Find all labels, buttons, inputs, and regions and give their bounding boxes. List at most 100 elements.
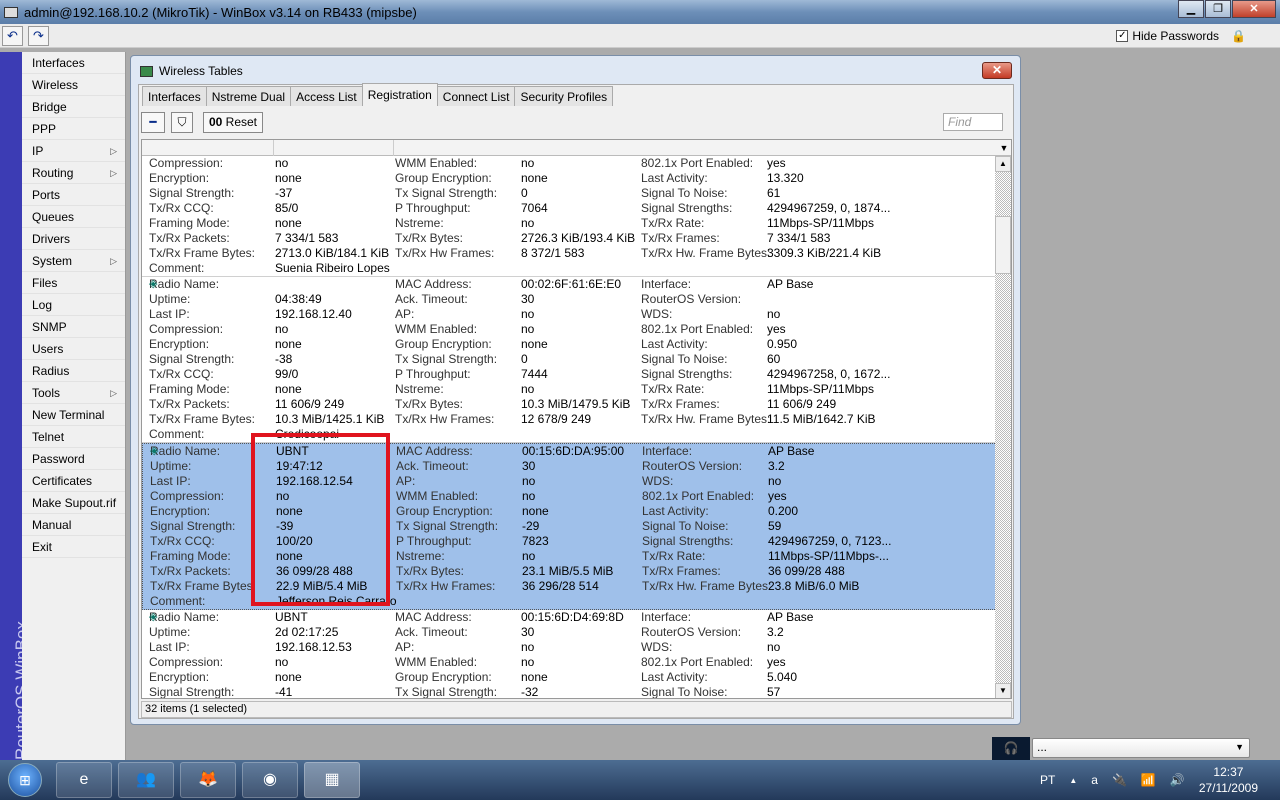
- tab-access-list[interactable]: Access List: [290, 86, 363, 106]
- sidebar-item-routing[interactable]: Routing ▷: [22, 162, 125, 184]
- window-title: admin@192.168.10.2 (MikroTik) - WinBox v…: [24, 4, 417, 20]
- sidebar-item-new-terminal[interactable]: New Terminal: [22, 404, 125, 426]
- clock[interactable]: 12:37 27/11/2009: [1199, 764, 1258, 796]
- sidebar-item-ip[interactable]: IP ▷: [22, 140, 125, 162]
- sidebar-item-telnet[interactable]: Telnet: [22, 426, 125, 448]
- checkbox-mark[interactable]: ✓: [1116, 30, 1129, 42]
- tab-security-profiles[interactable]: Security Profiles: [514, 86, 614, 106]
- sidebar-item-files[interactable]: Files: [22, 272, 125, 294]
- media-select[interactable]: ... ▼: [1032, 738, 1250, 758]
- field-label: MAC Address:: [395, 277, 472, 291]
- minimize-button[interactable]: ▁: [1178, 0, 1204, 18]
- field-label: Group Encryption:: [396, 504, 493, 518]
- dialog-close-button[interactable]: ✕: [982, 62, 1012, 79]
- field-label: AP:: [396, 474, 416, 488]
- network-icon[interactable]: 📶: [1141, 773, 1156, 787]
- field-label: WDS:: [641, 307, 673, 321]
- field-value: 0.200: [768, 504, 799, 518]
- status-bar: 32 items (1 selected): [141, 701, 1012, 718]
- field-value: no: [767, 307, 781, 321]
- field-label: ◈ Radio Name:: [150, 444, 220, 459]
- table-row[interactable]: ◈ Radio Name: MAC Address: 00:02:6F:61:6E:E…: [142, 277, 997, 443]
- sidebar-item-label: Interfaces: [32, 56, 85, 70]
- field-label: Framing Mode:: [149, 382, 230, 396]
- taskbar-winbox[interactable]: ▦: [304, 762, 360, 798]
- avast-icon[interactable]: a: [1091, 773, 1098, 787]
- redo-button[interactable]: ↷: [28, 26, 49, 46]
- table-row[interactable]: Compression: no WMM Enabled: no 802.1x Port …: [142, 156, 997, 277]
- column-dropdown-icon[interactable]: ▼: [997, 140, 1011, 156]
- submenu-arrow-icon: ▷: [110, 146, 117, 156]
- remove-button[interactable]: ━: [141, 112, 165, 133]
- sidebar-item-drivers[interactable]: Drivers: [22, 228, 125, 250]
- field-label: Tx/Rx Frames:: [641, 231, 720, 245]
- field-label: Tx Signal Strength:: [395, 352, 498, 366]
- show-hidden-icons[interactable]: ▲: [1069, 776, 1077, 785]
- field-value: 0: [521, 186, 528, 200]
- sidebar-item-exit[interactable]: Exit: [22, 536, 125, 558]
- field-label: ◈ Radio Name:: [149, 610, 219, 625]
- sidebar-item-interfaces[interactable]: Interfaces: [22, 52, 125, 74]
- taskbar-firefox[interactable]: 🦊: [180, 762, 236, 798]
- column-header[interactable]: [274, 140, 394, 156]
- sidebar-item-system[interactable]: System ▷: [22, 250, 125, 272]
- field-label-text: Radio Name:: [150, 444, 221, 458]
- sidebar-item-log[interactable]: Log: [22, 294, 125, 316]
- scroll-thumb[interactable]: [995, 216, 1011, 274]
- sidebar-item-password[interactable]: Password: [22, 448, 125, 470]
- field-value: yes: [767, 655, 786, 669]
- field-label: Signal To Noise:: [641, 186, 728, 200]
- taskbar-messenger[interactable]: 👥: [118, 762, 174, 798]
- sidebar-item-queues[interactable]: Queues: [22, 206, 125, 228]
- column-header[interactable]: [142, 140, 274, 156]
- field-value: 00:15:6D:DA:95:00: [522, 444, 625, 458]
- volume-icon[interactable]: 🔊: [1170, 773, 1185, 787]
- sidebar-item-label: Radius: [32, 364, 70, 378]
- taskbar-app[interactable]: ◉: [242, 762, 298, 798]
- maximize-button[interactable]: ❐: [1205, 0, 1231, 18]
- scroll-up-icon[interactable]: ▲: [995, 156, 1011, 172]
- sidebar-item-make-supout-rif[interactable]: Make Supout.rif: [22, 492, 125, 514]
- sidebar-item-label: SNMP: [32, 320, 67, 334]
- tab-registration[interactable]: Registration: [361, 83, 438, 106]
- close-button[interactable]: ✕: [1232, 0, 1276, 18]
- sidebar-item-ports[interactable]: Ports: [22, 184, 125, 206]
- vertical-scrollbar[interactable]: ▲ ▼: [995, 156, 1011, 698]
- scroll-down-icon[interactable]: ▼: [995, 683, 1011, 698]
- sidebar-item-bridge[interactable]: Bridge: [22, 96, 125, 118]
- field-label: Ack. Timeout:: [396, 459, 469, 473]
- field-value: 7064: [521, 201, 548, 215]
- field-value: 11Mbps-SP/11Mbps: [767, 216, 874, 230]
- tab-nstreme-dual[interactable]: Nstreme Dual: [205, 86, 292, 106]
- field-value: 8 372/1 583: [521, 246, 585, 260]
- field-label: Signal Strength:: [149, 186, 235, 200]
- field-value: 4294967258, 0, 1672...: [767, 367, 891, 381]
- sidebar-item-certificates[interactable]: Certificates: [22, 470, 125, 492]
- table-row[interactable]: ◈ Radio Name: UBNT MAC Address: 00:15:6D:D4:…: [142, 610, 997, 698]
- sidebar-item-manual[interactable]: Manual: [22, 514, 125, 536]
- start-button[interactable]: ⊞: [8, 763, 42, 797]
- sidebar-item-radius[interactable]: Radius: [22, 360, 125, 382]
- find-input[interactable]: Find: [943, 113, 1003, 131]
- field-value: none: [521, 337, 548, 351]
- taskbar-ie[interactable]: e: [56, 762, 112, 798]
- language-indicator[interactable]: PT: [1040, 773, 1055, 787]
- sidebar-item-tools[interactable]: Tools ▷: [22, 382, 125, 404]
- sidebar-item-ppp[interactable]: PPP: [22, 118, 125, 140]
- undo-button[interactable]: ↶: [2, 26, 23, 46]
- sidebar-item-wireless[interactable]: Wireless: [22, 74, 125, 96]
- field-label: Comment:: [149, 261, 205, 275]
- sidebar-item-snmp[interactable]: SNMP: [22, 316, 125, 338]
- sidebar-item-users[interactable]: Users: [22, 338, 125, 360]
- tab-connect-list[interactable]: Connect List: [436, 86, 516, 106]
- field-value: no: [521, 156, 535, 170]
- reset-button[interactable]: 00 Reset: [203, 112, 263, 133]
- field-label: Last Activity:: [641, 670, 708, 684]
- field-value: no: [521, 382, 535, 396]
- headphones-icon[interactable]: 🎧: [992, 737, 1030, 760]
- tab-interfaces[interactable]: Interfaces: [142, 86, 207, 106]
- sidebar-item-label: Manual: [32, 518, 72, 532]
- power-icon[interactable]: 🔌: [1112, 773, 1127, 787]
- hide-passwords-checkbox[interactable]: ✓ Hide Passwords 🔒: [1116, 29, 1246, 43]
- filter-button[interactable]: ⛉: [171, 112, 193, 133]
